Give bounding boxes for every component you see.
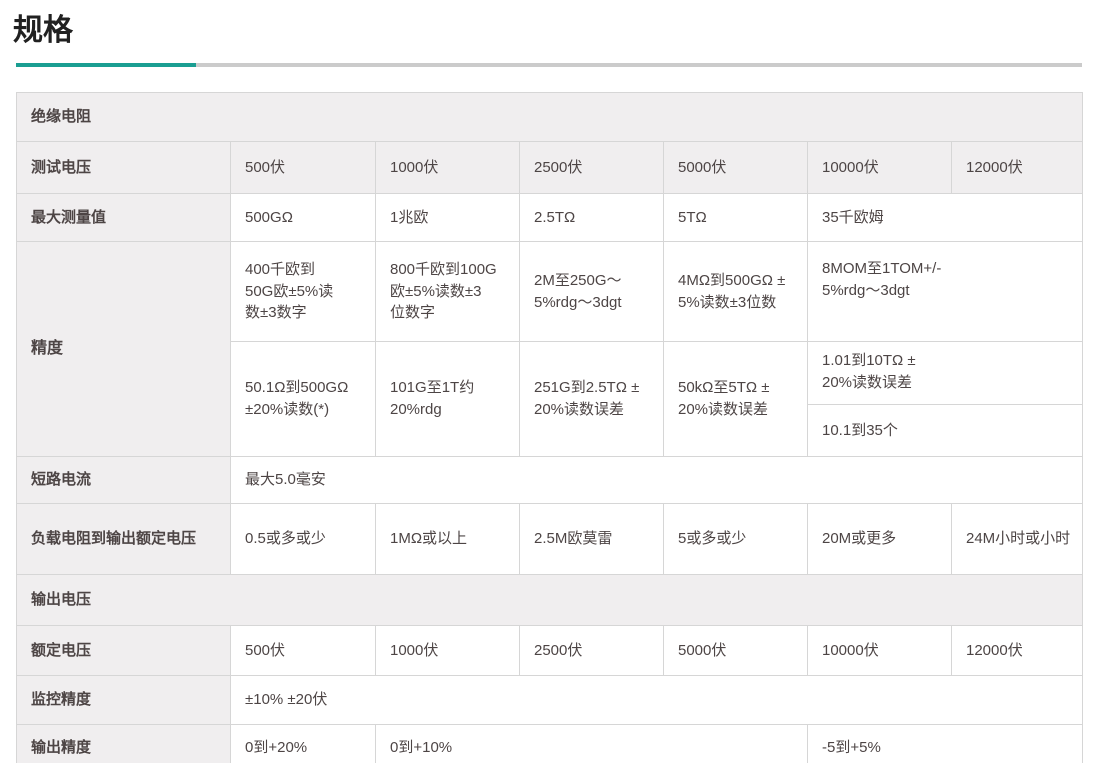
cell-rated-5000v: 5000伏 bbox=[664, 626, 808, 676]
row-label-short-circuit: 短路电流 bbox=[17, 457, 231, 504]
cell-load-10000v: 20M或更多 bbox=[808, 504, 952, 575]
cell-rated-12000v: 12000伏 bbox=[952, 626, 1083, 676]
cell-test-voltage-500v: 500伏 bbox=[231, 142, 376, 194]
cell-max-10000v-12000v: 35千欧姆 bbox=[808, 194, 1083, 242]
cell-accuracy2-2500v: 251G到2.5TΩ ± 20%读数误差 bbox=[520, 342, 664, 457]
cell-load-1000v: 1MΩ或以上 bbox=[376, 504, 520, 575]
cell-test-voltage-5000v: 5000伏 bbox=[664, 142, 808, 194]
row-insulation-section: 绝缘电阻 bbox=[17, 93, 1083, 142]
row-label-load-resistance: 负载电阻到输出额定电压 bbox=[17, 504, 231, 575]
cell-accuracy2-10000v-12000v-top: 1.01到10TΩ ± 20%读数误差 bbox=[808, 342, 1083, 405]
cell-max-2500v: 2.5TΩ bbox=[520, 194, 664, 242]
page-title: 规格 bbox=[13, 10, 1098, 52]
cell-accuracy1-2500v: 2M至250G～ 5%rdg～3dgt bbox=[520, 242, 664, 342]
title-divider bbox=[16, 63, 1082, 67]
cell-rated-1000v: 1000伏 bbox=[376, 626, 520, 676]
row-label-output-accuracy: 输出精度 bbox=[17, 725, 231, 763]
cell-test-voltage-12000v: 12000伏 bbox=[952, 142, 1083, 194]
cell-short-circuit-value: 最大5.0毫安 bbox=[231, 457, 1083, 504]
cell-accuracy2-1000v: 101G至1T约 20%rdg bbox=[376, 342, 520, 457]
row-accuracy-1: 精度 400千欧到 50G欧±5%读 数±3数字 800千欧到100G 欧±5%… bbox=[17, 242, 1083, 342]
cell-output-accuracy-1000-5000v: 0到+10% bbox=[376, 725, 808, 763]
cell-test-voltage-10000v: 10000伏 bbox=[808, 142, 952, 194]
spec-table: 绝缘电阻 测试电压 500伏 1000伏 2500伏 5000伏 10000伏 … bbox=[16, 92, 1083, 763]
cell-max-1000v: 1兆欧 bbox=[376, 194, 520, 242]
cell-test-voltage-2500v: 2500伏 bbox=[520, 142, 664, 194]
row-max-measurement: 最大测量值 500GΩ 1兆欧 2.5TΩ 5TΩ 35千欧姆 bbox=[17, 194, 1083, 242]
cell-accuracy1-5000v: 4MΩ到500GΩ ± 5%读数±3位数 bbox=[664, 242, 808, 342]
cell-rated-500v: 500伏 bbox=[231, 626, 376, 676]
cell-max-5000v: 5TΩ bbox=[664, 194, 808, 242]
cell-load-12000v: 24M小时或小时 bbox=[952, 504, 1083, 575]
row-rated-voltage: 额定电压 500伏 1000伏 2500伏 5000伏 10000伏 12000… bbox=[17, 626, 1083, 676]
section-header-output-voltage: 输出电压 bbox=[17, 575, 1083, 626]
cell-accuracy2-10000v-12000v-bottom: 10.1到35个 bbox=[808, 405, 1083, 457]
cell-rated-10000v: 10000伏 bbox=[808, 626, 952, 676]
cell-load-2500v: 2.5M欧莫雷 bbox=[520, 504, 664, 575]
cell-load-500v: 0.5或多或少 bbox=[231, 504, 376, 575]
cell-test-voltage-1000v: 1000伏 bbox=[376, 142, 520, 194]
cell-accuracy1-10000v-12000v: 8MOM至1TOM+/- 5%rdg～3dgt bbox=[808, 242, 1083, 342]
spec-page: 规格 绝缘电阻 测试电压 500伏 1000伏 2500伏 5000伏 1000… bbox=[0, 0, 1098, 763]
cell-max-500v: 500GΩ bbox=[231, 194, 376, 242]
section-header-insulation-resistance: 绝缘电阻 bbox=[17, 93, 1083, 142]
cell-output-accuracy-10000-12000v: -5到+5% bbox=[808, 725, 1083, 763]
cell-accuracy2-500v: 50.1Ω到500GΩ ±20%读数(*) bbox=[231, 342, 376, 457]
row-monitor-accuracy: 监控精度 ±10% ±20伏 bbox=[17, 676, 1083, 725]
cell-load-5000v: 5或多或少 bbox=[664, 504, 808, 575]
cell-accuracy1-1000v: 800千欧到100G 欧±5%读数±3 位数字 bbox=[376, 242, 520, 342]
cell-monitor-accuracy-value: ±10% ±20伏 bbox=[231, 676, 1083, 725]
cell-rated-2500v: 2500伏 bbox=[520, 626, 664, 676]
row-output-voltage-section: 输出电压 bbox=[17, 575, 1083, 626]
row-short-circuit: 短路电流 最大5.0毫安 bbox=[17, 457, 1083, 504]
row-label-accuracy: 精度 bbox=[17, 242, 231, 457]
cell-output-accuracy-500v: 0到+20% bbox=[231, 725, 376, 763]
cell-accuracy1-500v: 400千欧到 50G欧±5%读 数±3数字 bbox=[231, 242, 376, 342]
row-output-accuracy: 输出精度 0到+20% 0到+10% -5到+5% bbox=[17, 725, 1083, 763]
title-divider-accent bbox=[16, 63, 196, 67]
row-label-max-measurement: 最大测量值 bbox=[17, 194, 231, 242]
row-label-monitor-accuracy: 监控精度 bbox=[17, 676, 231, 725]
cell-accuracy2-5000v: 50kΩ至5TΩ ± 20%读数误差 bbox=[664, 342, 808, 457]
row-test-voltage: 测试电压 500伏 1000伏 2500伏 5000伏 10000伏 12000… bbox=[17, 142, 1083, 194]
row-label-test-voltage: 测试电压 bbox=[17, 142, 231, 194]
row-load-resistance: 负载电阻到输出额定电压 0.5或多或少 1MΩ或以上 2.5M欧莫雷 5或多或少… bbox=[17, 504, 1083, 575]
row-label-rated-voltage: 额定电压 bbox=[17, 626, 231, 676]
